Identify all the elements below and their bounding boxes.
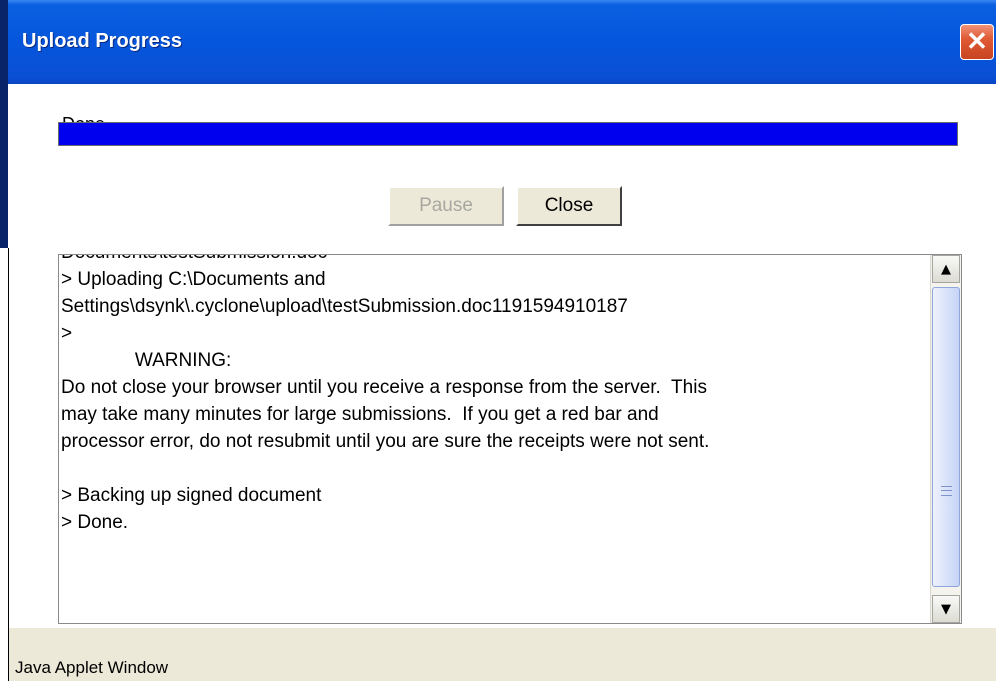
close-window-icon[interactable]: ✕ bbox=[960, 24, 994, 60]
grip-icon bbox=[941, 486, 952, 496]
scroll-up-icon[interactable]: ▲ bbox=[932, 255, 960, 283]
applet-window-label: Java Applet Window bbox=[15, 658, 169, 677]
desktop-edge bbox=[0, 0, 9, 681]
scroll-thumb[interactable] bbox=[932, 287, 960, 587]
log-scrollbar[interactable]: ▲ ▼ bbox=[930, 255, 961, 623]
log-line: Settings\dsynk\.cyclone\upload\testSubmi… bbox=[61, 296, 628, 317]
log-text-area[interactable]: Documents\testSubmission.doc > Uploading … bbox=[58, 254, 962, 624]
progress-fill bbox=[59, 123, 957, 145]
log-line: > bbox=[61, 323, 73, 344]
dialog-body: Done. Pause Close Documents\testSubmissi… bbox=[16, 84, 996, 628]
log-line: WARNING: bbox=[61, 350, 232, 371]
pause-button[interactable]: Pause bbox=[388, 186, 504, 226]
title-bar[interactable]: Upload Progress ✕ bbox=[8, 0, 996, 84]
log-line: Documents\testSubmission.doc bbox=[61, 255, 923, 266]
progress-bar bbox=[58, 122, 958, 146]
log-line: Do not close your browser until you rece… bbox=[61, 377, 707, 398]
applet-status-bar: Java Applet Window bbox=[8, 628, 996, 681]
log-line: may take many minutes for large submissi… bbox=[61, 404, 659, 425]
log-line: > Done. bbox=[61, 512, 129, 533]
log-content: Documents\testSubmission.doc > Uploading … bbox=[61, 255, 923, 536]
log-line: > Uploading C:\Documents and bbox=[61, 269, 326, 290]
window-title: Upload Progress bbox=[22, 30, 183, 52]
log-line: processor error, do not resubmit until y… bbox=[61, 431, 710, 452]
close-button[interactable]: Close bbox=[516, 186, 622, 226]
log-line: > Backing up signed document bbox=[61, 485, 322, 506]
scroll-down-icon[interactable]: ▼ bbox=[932, 595, 960, 623]
